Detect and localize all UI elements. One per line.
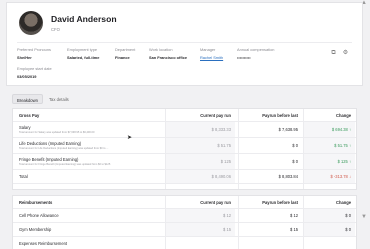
divider bbox=[17, 42, 352, 43]
tab-breakdown[interactable]: Breakdown bbox=[12, 94, 43, 104]
column-header: Payrun before last bbox=[262, 199, 298, 205]
table-row[interactable]: Gym Membership $ 15 $ 15 $ 0 bbox=[13, 223, 356, 237]
field-value: San Francisco office bbox=[149, 55, 188, 60]
before-last-cell: $ 0 bbox=[292, 143, 298, 148]
before-last-cell: $ 12 bbox=[290, 213, 298, 218]
change-cell: $ 125 ↑ bbox=[303, 154, 355, 169]
row-name-cell: Fringe Benefit (Imputed Earning) Total a… bbox=[19, 154, 169, 169]
column-header: Change bbox=[335, 112, 351, 118]
column-divider bbox=[303, 196, 304, 249]
column-header: Gross Pay bbox=[19, 112, 40, 118]
current-pay-cell: $ 8,333.33 bbox=[165, 122, 235, 137]
row-name-cell: Life Deductions (Imputed Earning) Total … bbox=[19, 138, 169, 153]
row-note: Total amount for Life Deductions (Impute… bbox=[19, 147, 109, 151]
field-label: Annual compensation bbox=[237, 47, 275, 52]
current-pay-cell: $ 8,490.06 bbox=[165, 170, 235, 183]
field-start-date: Employee start date 03/05/2019 bbox=[17, 66, 52, 79]
field-value: She/Her bbox=[17, 55, 32, 60]
current-pay-cell: $ 51.75 bbox=[165, 138, 235, 153]
field-manager: Manager Rachel Smith bbox=[200, 47, 223, 60]
before-last-cell: $ 7,638.95 bbox=[278, 127, 298, 132]
table-header-row: Reimbursements Current pay run Payrun be… bbox=[13, 196, 356, 209]
current-pay-cell: $ 12 bbox=[165, 209, 235, 222]
field-value: 03/05/2019 bbox=[17, 74, 37, 79]
row-label: Total bbox=[19, 174, 28, 179]
gross-pay-table: Gross Pay Current pay run Payrun before … bbox=[12, 108, 357, 190]
tab-tax-details[interactable]: Tax details bbox=[45, 94, 73, 104]
column-header: Current pay run bbox=[200, 112, 231, 118]
reimbursements-table: Reimbursements Current pay run Payrun be… bbox=[12, 195, 357, 249]
column-divider bbox=[238, 109, 239, 189]
row-label: Salary bbox=[19, 124, 31, 130]
field-employment-type: Employment type Salaried, full-time bbox=[67, 47, 99, 60]
avatar bbox=[19, 11, 43, 35]
employee-title: CFO bbox=[51, 27, 60, 32]
before-last-cell: $ 0 bbox=[292, 159, 298, 164]
scroll-down-arrow-icon[interactable]: ▼ bbox=[360, 214, 368, 220]
current-pay-cell: $ 125 bbox=[165, 154, 235, 169]
field-label: Employment type bbox=[67, 47, 98, 52]
change-cell: $ 0 bbox=[303, 209, 355, 222]
change-cell: $ -313.78 ↓ bbox=[303, 170, 355, 183]
tab-bar: Breakdown Tax details bbox=[12, 94, 73, 104]
table-row[interactable]: Expenses Reimbursement bbox=[13, 237, 356, 249]
field-label: Preferred Pronouns bbox=[17, 47, 51, 52]
change-cell: $ 694.38 ↑ bbox=[303, 122, 355, 137]
column-divider bbox=[165, 109, 166, 189]
field-value: Finance bbox=[115, 55, 130, 60]
employee-profile-card: David Anderson CFO Preferred Pronouns Sh… bbox=[6, 2, 363, 86]
field-label: Department bbox=[115, 47, 136, 52]
column-divider bbox=[165, 196, 166, 249]
field-value: •••••••••• bbox=[237, 55, 251, 60]
row-label: Life Deductions (Imputed Earning) bbox=[19, 140, 82, 146]
change-cell: $ 0 bbox=[303, 223, 355, 236]
column-header: Payrun before last bbox=[262, 112, 298, 118]
table-row[interactable]: Fringe Benefit (Imputed Earning) Total a… bbox=[13, 154, 356, 170]
mouse-cursor-icon: ➤ bbox=[127, 135, 133, 141]
change-cell: $ 51.75 ↑ bbox=[303, 138, 355, 153]
column-divider bbox=[238, 196, 239, 249]
total-row: Total $ 8,490.06 $ 8,803.84 $ -313.78 ↓ bbox=[13, 170, 356, 184]
gear-icon[interactable]: ⚙ bbox=[342, 50, 349, 57]
column-divider bbox=[303, 109, 304, 189]
table-row[interactable]: Salary Total amount for Salary was updat… bbox=[13, 122, 356, 138]
field-label: Manager bbox=[200, 47, 216, 52]
table-row[interactable]: Life Deductions (Imputed Earning) Total … bbox=[13, 138, 356, 154]
column-header: Current pay run bbox=[200, 199, 231, 205]
column-header: Reimbursements bbox=[19, 199, 53, 205]
row-name-cell: Salary Total amount for Salary was updat… bbox=[19, 122, 169, 137]
field-label: Work location bbox=[149, 47, 173, 52]
before-last-cell: $ 8,803.84 bbox=[278, 174, 298, 179]
current-pay-cell: $ 15 bbox=[165, 223, 235, 236]
row-note: Total amount for Fringe Benefit (Imputed… bbox=[19, 163, 111, 167]
field-pronouns: Preferred Pronouns She/Her bbox=[17, 47, 51, 60]
employee-name: David Anderson bbox=[51, 14, 117, 24]
field-label: Employee start date bbox=[17, 66, 52, 71]
row-label: Cell Phone Allowance bbox=[19, 213, 59, 218]
field-annual-compensation: Annual compensation •••••••••• bbox=[237, 47, 274, 60]
row-label: Fringe Benefit (Imputed Earning) bbox=[19, 156, 79, 162]
row-label: Expenses Reimbursement bbox=[19, 241, 68, 246]
row-note: Total amount for Salary was updated from… bbox=[19, 131, 95, 135]
field-work-location: Work location San Francisco office bbox=[149, 47, 187, 60]
field-value: Salaried, full-time bbox=[67, 55, 100, 60]
before-last-cell: $ 15 bbox=[290, 227, 298, 232]
table-header-row: Gross Pay Current pay run Payrun before … bbox=[13, 109, 356, 122]
field-department: Department Finance bbox=[115, 47, 135, 60]
edit-icon[interactable]: ⧉ bbox=[330, 50, 337, 57]
manager-link[interactable]: Rachel Smith bbox=[200, 55, 223, 60]
column-header: Change bbox=[335, 199, 351, 205]
table-row[interactable]: Cell Phone Allowance $ 12 $ 12 $ 0 bbox=[13, 209, 356, 223]
row-label: Gym Membership bbox=[19, 227, 52, 232]
